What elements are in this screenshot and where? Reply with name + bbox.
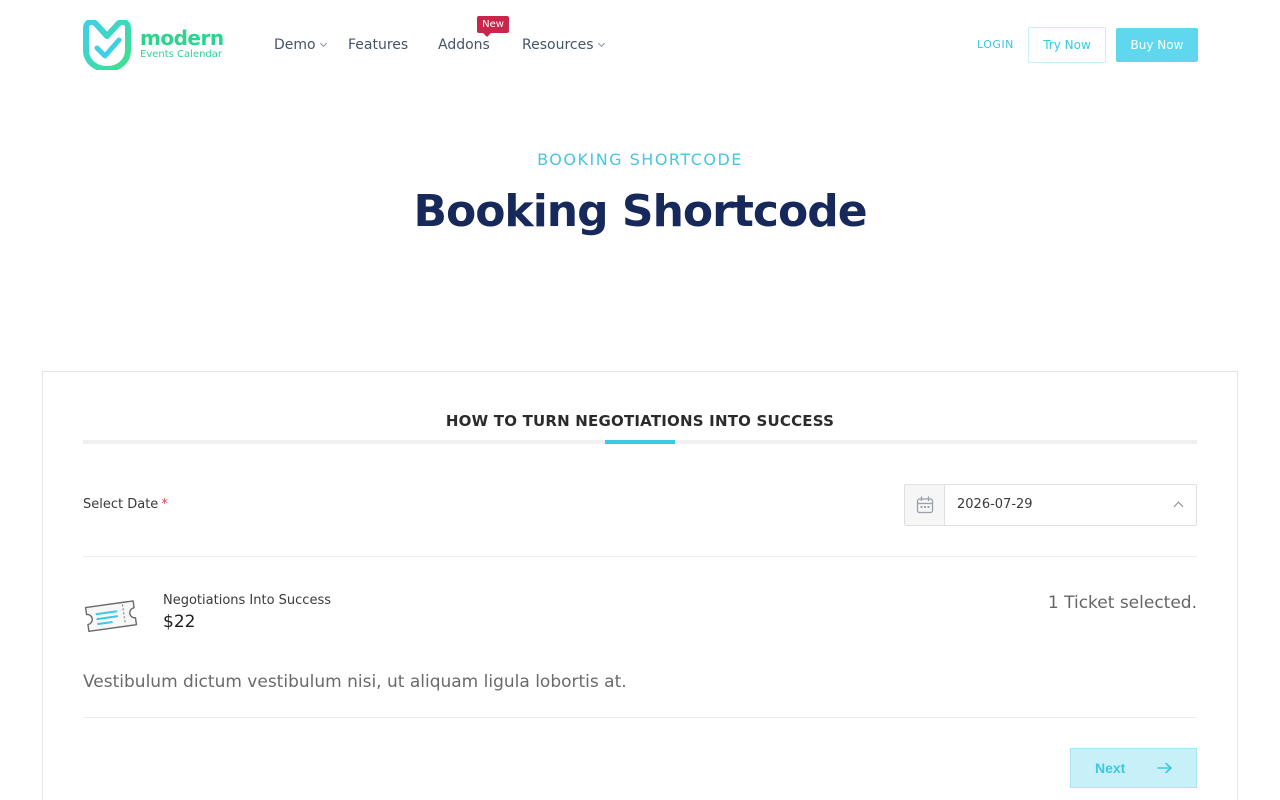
title-divider	[83, 440, 1197, 444]
logo-link[interactable]: modern Events Calendar	[82, 20, 224, 70]
chevron-up-icon	[1173, 501, 1184, 512]
nav-item-label: Demo	[274, 37, 316, 53]
select-date-label: Select Date *	[83, 497, 168, 512]
select-date-text: Select Date	[83, 497, 159, 512]
next-button-label: Next	[1095, 760, 1126, 776]
try-now-button[interactable]: Try Now	[1028, 27, 1106, 63]
new-badge: New	[477, 16, 509, 37]
chevron-down-icon	[597, 39, 605, 48]
title-accent-bar	[605, 440, 675, 444]
nav-item-demo[interactable]: Demo	[274, 36, 327, 54]
site-header: modern Events Calendar Demo Features Add…	[0, 0, 1280, 90]
booking-form: HOW TO TURN NEGOTIATIONS INTO SUCCESS Se…	[42, 371, 1238, 800]
arrow-right-icon	[1157, 762, 1172, 774]
nav-item-label: Addons	[438, 37, 490, 53]
divider	[83, 717, 1197, 718]
chevron-down-icon	[319, 39, 327, 48]
date-select[interactable]: 2026-07-29	[904, 484, 1197, 526]
page-kicker: BOOKING SHORTCODE	[537, 150, 743, 169]
next-button[interactable]: Next	[1070, 748, 1197, 788]
ticket-price: $22	[163, 612, 196, 632]
calendar-icon	[916, 496, 934, 514]
logo-subtitle: Events Calendar	[140, 49, 223, 60]
page-title: Booking Shortcode	[413, 186, 867, 237]
divider	[83, 556, 1197, 557]
event-title: HOW TO TURN NEGOTIATIONS INTO SUCCESS	[445, 412, 835, 430]
nav-item-label: Resources	[522, 37, 594, 53]
nav-item-features[interactable]: Features	[348, 36, 408, 54]
login-link[interactable]: LOGIN	[977, 38, 1014, 51]
nav-item-addons[interactable]: Addons	[438, 36, 490, 54]
calendar-addon	[905, 485, 945, 525]
logo-icon	[83, 20, 131, 70]
ticket-selected-status: 1 Ticket selected.	[1047, 593, 1197, 613]
required-mark: *	[161, 497, 168, 512]
ticket-name: Negotiations Into Success	[163, 593, 331, 608]
nav-item-label: Features	[348, 37, 409, 53]
ticket-icon	[84, 600, 138, 633]
ticket-description: Vestibulum dictum vestibulum nisi, ut al…	[83, 672, 627, 692]
nav-item-resources[interactable]: Resources	[522, 36, 605, 54]
buy-now-button[interactable]: Buy Now	[1116, 28, 1198, 62]
date-value: 2026-07-29	[957, 497, 1033, 512]
logo-wordmark: modern	[140, 26, 224, 50]
